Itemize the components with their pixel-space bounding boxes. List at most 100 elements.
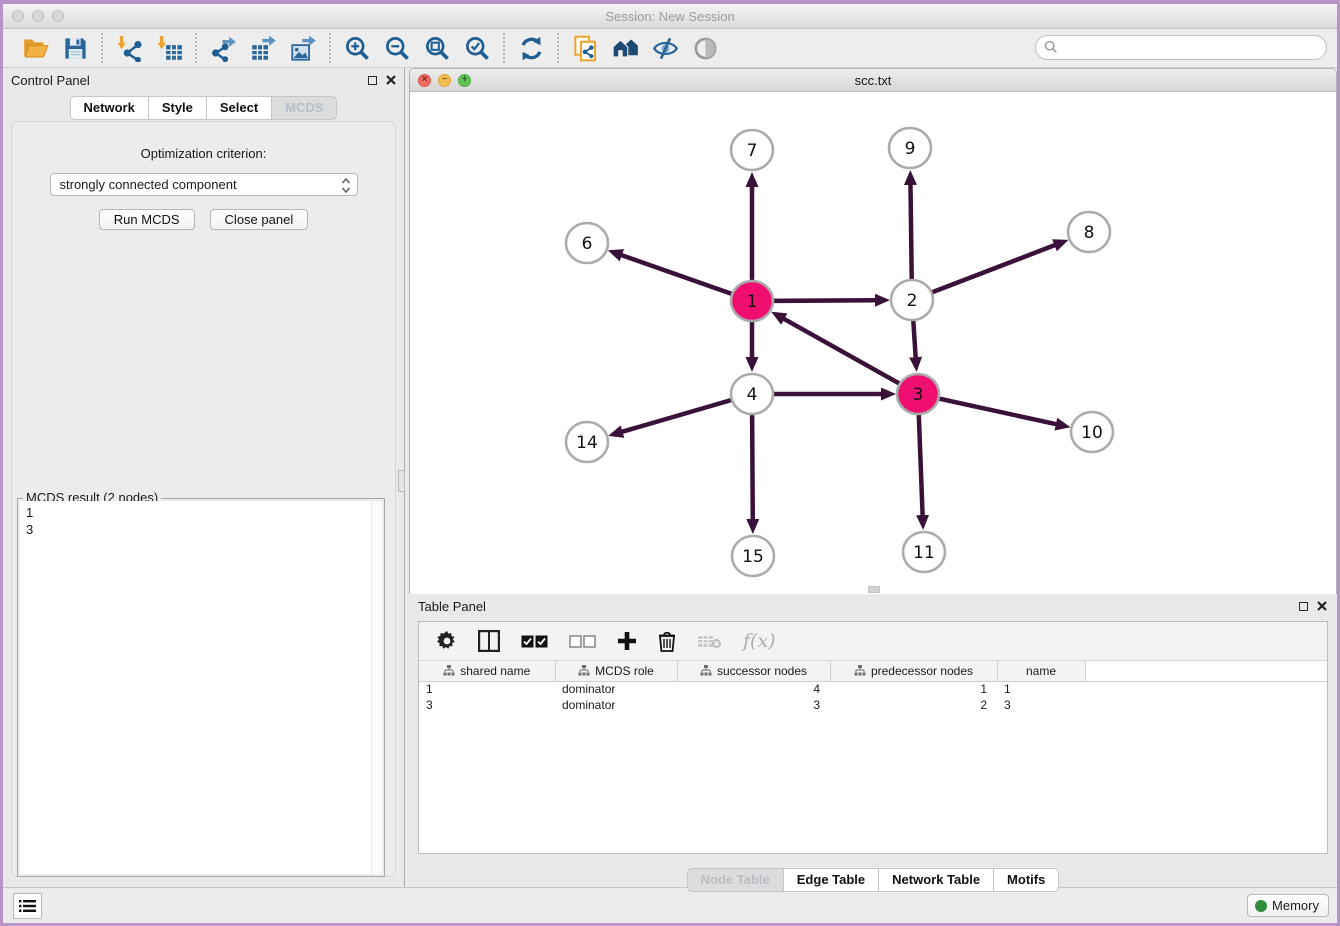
add-column-icon[interactable]: [617, 628, 637, 654]
tab-mcds[interactable]: MCDS: [271, 96, 337, 120]
main-toolbar: [3, 29, 1337, 68]
criterion-dropdown[interactable]: strongly connected component: [50, 173, 358, 196]
zoom-out-icon[interactable]: [382, 33, 412, 63]
zoom-fit-icon[interactable]: [422, 33, 452, 63]
list-icon: [19, 899, 36, 913]
column-header-name[interactable]: name: [997, 661, 1085, 681]
memory-button[interactable]: Memory: [1247, 894, 1329, 917]
tab-edge-table[interactable]: Edge Table: [783, 868, 879, 892]
export-network-icon[interactable]: [208, 33, 238, 63]
node-table[interactable]: shared nameMCDS rolesuccessor nodesprede…: [419, 661, 1327, 713]
hide-graphics-details-icon[interactable]: [650, 33, 680, 63]
import-table-icon[interactable]: [154, 33, 184, 63]
table-row[interactable]: 3dominator323: [419, 697, 1327, 713]
open-session-icon[interactable]: [20, 33, 50, 63]
node-label-2: 2: [907, 291, 918, 311]
node-label-9: 9: [905, 139, 916, 159]
home-view-icon[interactable]: [610, 33, 640, 63]
close-panel-icon[interactable]: [386, 75, 396, 85]
edge-2-8[interactable]: [912, 245, 1055, 300]
table-cell[interactable]: 1: [997, 681, 1085, 697]
export-image-icon[interactable]: [288, 33, 318, 63]
window-title: Session: New Session: [3, 9, 1337, 24]
tab-style[interactable]: Style: [148, 96, 207, 120]
node-label-7: 7: [747, 141, 758, 161]
titlebar: Session: New Session: [3, 4, 1337, 29]
tab-network-table[interactable]: Network Table: [878, 868, 994, 892]
search-input[interactable]: [1035, 35, 1327, 60]
node-label-14: 14: [576, 433, 598, 453]
float-panel-icon[interactable]: [368, 76, 377, 85]
table-toolbar: f(x): [419, 622, 1327, 661]
close-table-panel-icon[interactable]: [1317, 601, 1327, 611]
table-cell[interactable]: 4: [677, 681, 830, 697]
application-window: Session: New Session: [0, 0, 1340, 926]
optimization-criterion-label: Optimization criterion:: [12, 146, 395, 161]
node-label-3: 3: [913, 385, 924, 405]
import-network-icon[interactable]: [114, 33, 144, 63]
duplicate-network-icon[interactable]: [570, 33, 600, 63]
save-session-icon[interactable]: [60, 33, 90, 63]
splitter-grip[interactable]: [398, 470, 405, 492]
node-label-10: 10: [1081, 423, 1103, 443]
column-header-shared-name[interactable]: shared name: [419, 661, 555, 681]
node-label-11: 11: [913, 543, 935, 563]
zoom-selected-icon[interactable]: [462, 33, 492, 63]
table-cell[interactable]: 3: [997, 697, 1085, 713]
node-label-15: 15: [742, 547, 764, 567]
memory-button-label: Memory: [1272, 898, 1319, 913]
table-cell[interactable]: dominator: [555, 681, 677, 697]
column-header-predecessor-nodes[interactable]: predecessor nodes: [830, 661, 997, 681]
table-cell-empty: [1085, 697, 1327, 713]
table-cell[interactable]: 1: [419, 681, 555, 697]
run-mcds-button[interactable]: Run MCDS: [99, 209, 195, 230]
table-cell[interactable]: 2: [830, 697, 997, 713]
canvas-scrollbar-grip[interactable]: [868, 586, 880, 593]
network-window-title: scc.txt: [410, 73, 1336, 88]
table-cell[interactable]: 3: [419, 697, 555, 713]
export-table-icon[interactable]: [248, 33, 278, 63]
column-header-successor-nodes[interactable]: successor nodes: [677, 661, 830, 681]
task-history-button[interactable]: [13, 893, 42, 919]
node-label-6: 6: [582, 234, 593, 254]
network-window-titlebar[interactable]: scc.txt × − +: [410, 69, 1336, 92]
table-cell[interactable]: 1: [830, 681, 997, 697]
table-cell[interactable]: 3: [677, 697, 830, 713]
result-scrollbar[interactable]: [371, 501, 382, 874]
node-table-container: f(x) shared nameMCDS rolesuccessor nodes…: [418, 621, 1328, 854]
statusbar: Memory: [3, 887, 1337, 923]
column-header-MCDS-role[interactable]: MCDS role: [555, 661, 677, 681]
split-column-icon[interactable]: [478, 628, 500, 654]
criterion-dropdown-value: strongly connected component: [60, 177, 237, 192]
mcds-result-text[interactable]: 1 3: [20, 501, 382, 874]
node-label-1: 1: [747, 292, 758, 312]
tab-network[interactable]: Network: [70, 96, 149, 120]
delete-column-icon[interactable]: [658, 628, 676, 654]
zoom-in-icon[interactable]: [342, 33, 372, 63]
node-label-8: 8: [1084, 223, 1095, 243]
network-graph[interactable]: 7 9 6 8 1 2 4 3 14 10 15 11: [410, 92, 1336, 594]
edge-3-1[interactable]: [783, 319, 918, 394]
network-canvas[interactable]: 7 9 6 8 1 2 4 3 14 10 15 11: [410, 92, 1336, 594]
memory-status-icon: [1255, 900, 1267, 912]
table-cell[interactable]: dominator: [555, 697, 677, 713]
network-view-window: scc.txt × − + 7 9 6 8 1 2 4 3 14 10 15 11: [409, 68, 1337, 594]
tab-select[interactable]: Select: [206, 96, 272, 120]
node-label-4: 4: [747, 385, 758, 405]
mcds-panel-body: Optimization criterion: strongly connect…: [11, 121, 396, 877]
settings-gear-icon[interactable]: [437, 628, 457, 654]
tab-node-table[interactable]: Node Table: [687, 868, 784, 892]
control-panel-title: Control Panel: [11, 73, 368, 88]
refresh-layout-icon[interactable]: [516, 33, 546, 63]
close-panel-button[interactable]: Close panel: [210, 209, 309, 230]
float-table-panel-icon[interactable]: [1299, 602, 1308, 611]
table-panel: Table Panel: [409, 594, 1337, 887]
search-field: [1035, 35, 1327, 60]
table-panel-title: Table Panel: [418, 599, 1299, 614]
show-graphics-details-icon[interactable]: [690, 33, 720, 63]
delete-table-icon-disabled: [697, 628, 722, 654]
deselect-all-checkboxes-icon[interactable]: [569, 628, 596, 654]
select-all-checkboxes-icon[interactable]: [521, 628, 548, 654]
table-row[interactable]: 1dominator411: [419, 681, 1327, 697]
tab-motifs[interactable]: Motifs: [993, 868, 1059, 892]
